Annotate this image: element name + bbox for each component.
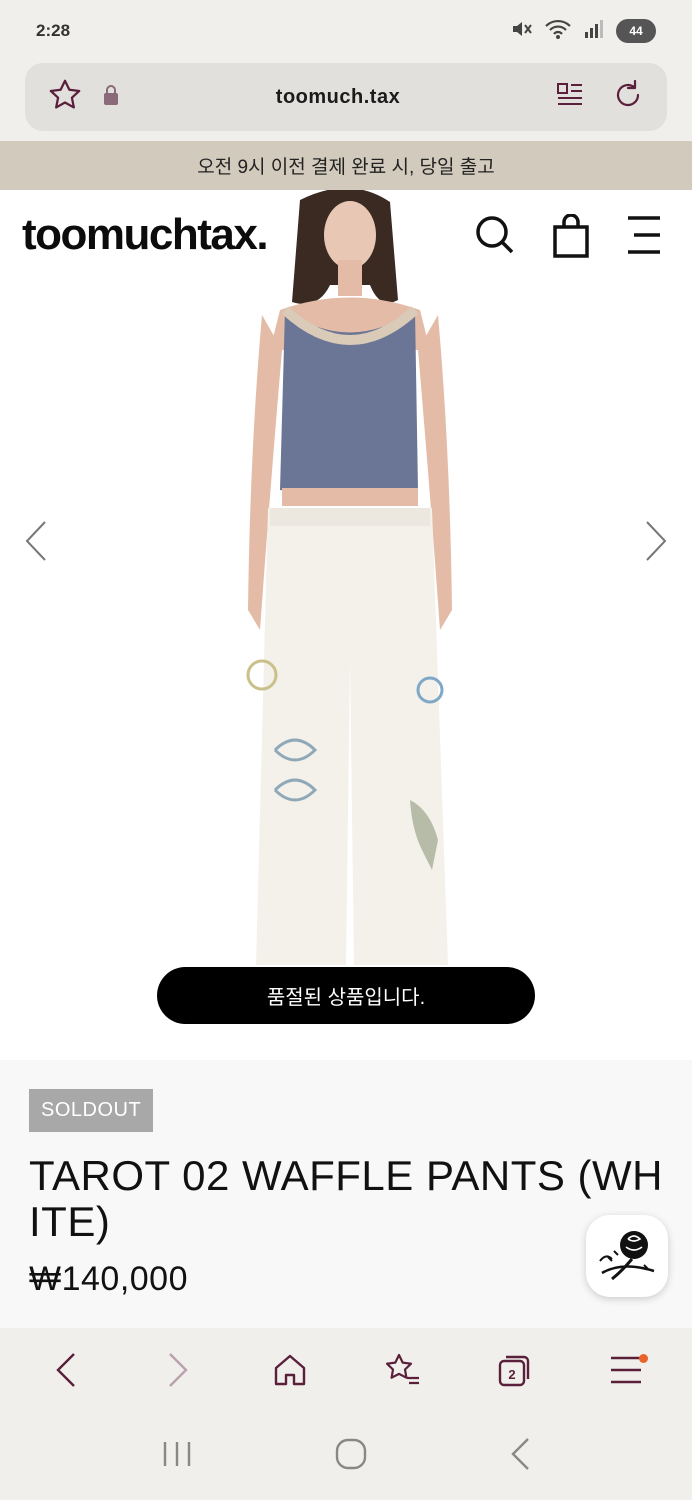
next-image-arrow[interactable] bbox=[644, 520, 668, 567]
bookmarks-button[interactable] bbox=[372, 1340, 432, 1400]
soldout-toast: 품절된 상품입니다. bbox=[157, 967, 535, 1024]
product-image-area: toomuchtax. 품절된 상품입니다. bbox=[0, 190, 692, 1060]
shopping-bag-icon[interactable] bbox=[552, 213, 590, 263]
forward-button[interactable] bbox=[148, 1340, 208, 1400]
recent-apps-icon bbox=[163, 1441, 190, 1466]
soldout-badge: SOLDOUT bbox=[29, 1089, 154, 1132]
screen: 2:28 44 toomuch.tax 오전 9시 이전 결제 완료 시, 당일… bbox=[0, 0, 692, 1500]
prev-image-arrow[interactable] bbox=[24, 520, 48, 567]
home-icon bbox=[274, 1354, 306, 1386]
notification-dot bbox=[639, 1354, 648, 1363]
tabs-icon: 2 bbox=[498, 1355, 530, 1387]
browser-menu-button[interactable] bbox=[596, 1340, 656, 1400]
address-bar[interactable]: toomuch.tax bbox=[25, 63, 667, 131]
back-button[interactable] bbox=[36, 1340, 96, 1400]
wifi-icon bbox=[544, 18, 572, 45]
signal-icon bbox=[584, 19, 604, 44]
product-price: ₩140,000 bbox=[29, 1260, 188, 1298]
lock-icon[interactable] bbox=[101, 84, 121, 111]
chevron-right-icon bbox=[169, 1353, 188, 1387]
product-info: SOLDOUT TAROT 02 WAFFLE PANTS (WHITE) ₩1… bbox=[0, 1060, 692, 1328]
battery-indicator: 44 bbox=[616, 19, 656, 43]
product-title: TAROT 02 WAFFLE PANTS (WHITE) bbox=[29, 1152, 663, 1245]
hamburger-menu-icon bbox=[611, 1356, 641, 1384]
home-button[interactable] bbox=[260, 1340, 320, 1400]
tabs-button[interactable]: 2 bbox=[484, 1340, 544, 1400]
back-chevron-icon bbox=[511, 1437, 530, 1470]
recent-apps-button[interactable] bbox=[161, 1440, 193, 1473]
browser-bottom-nav: 2 bbox=[0, 1328, 692, 1412]
site-header-icons bbox=[474, 213, 662, 263]
rose-logo-icon bbox=[599, 1231, 655, 1281]
bookmark-star-icon[interactable] bbox=[47, 77, 83, 118]
reload-icon[interactable] bbox=[611, 78, 645, 117]
reader-mode-icon[interactable] bbox=[555, 80, 585, 115]
back-system-button[interactable] bbox=[509, 1437, 531, 1476]
status-bar: 2:28 44 bbox=[0, 0, 692, 62]
home-system-button[interactable] bbox=[334, 1437, 368, 1476]
search-icon[interactable] bbox=[474, 214, 516, 263]
chevron-left-icon bbox=[56, 1353, 75, 1387]
tabs-count: 2 bbox=[508, 1367, 515, 1382]
menu-icon[interactable] bbox=[626, 214, 662, 263]
status-time: 2:28 bbox=[36, 21, 71, 40]
url-text[interactable]: toomuch.tax bbox=[121, 86, 555, 109]
site-logo[interactable]: toomuchtax. bbox=[22, 210, 269, 260]
chat-widget-button[interactable] bbox=[586, 1215, 668, 1297]
system-nav-bar bbox=[0, 1412, 692, 1500]
mute-icon bbox=[510, 18, 532, 45]
star-list-icon bbox=[385, 1353, 419, 1385]
product-photo bbox=[246, 190, 452, 965]
status-icons: 44 bbox=[510, 18, 656, 45]
shipping-announcement: 오전 9시 이전 결제 완료 시, 당일 출고 bbox=[0, 141, 692, 190]
home-circle-icon bbox=[335, 1438, 367, 1469]
